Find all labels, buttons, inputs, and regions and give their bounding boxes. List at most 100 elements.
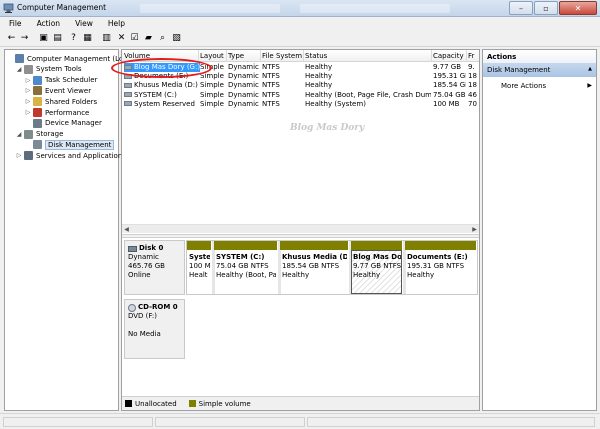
cell-file-system: NTFS	[262, 72, 280, 81]
cell-fr: 18	[468, 72, 477, 81]
partition-size: 185.54 GB NTFS	[282, 262, 340, 270]
tree-item-disk-management[interactable]: Disk Management	[24, 139, 115, 150]
cell-file-system: NTFS	[262, 63, 280, 71]
volume-row[interactable]: SYSTEM (C:) Simple Dynamic NTFS Healthy (Boo…	[122, 91, 479, 100]
tree-item-computer-management-local[interactable]: Computer Management (Local	[6, 53, 133, 64]
partition-block[interactable]: SYSTEM (C:) 75.04 GB NTFS Healthy (Boot, P…	[214, 241, 278, 294]
disk-list-button[interactable]: ▥	[101, 33, 112, 44]
partition-name: Documents (E:)	[407, 253, 468, 261]
actions-section-disk-management[interactable]: Disk Management ▲	[483, 63, 596, 77]
column-header-file-system[interactable]: File System	[262, 52, 303, 60]
window-title: Computer Management	[17, 3, 107, 12]
tree-item-label: Shared Folders	[45, 97, 98, 106]
volume-row[interactable]: Khusus Media (D:) Simple Dynamic NTFS Health…	[122, 81, 479, 90]
minimize-button[interactable]: –	[509, 1, 533, 15]
volume-row[interactable]: System Reserved Simple Dynamic NTFS Healthy …	[122, 100, 479, 109]
menu-action[interactable]: Action	[28, 17, 67, 30]
column-header-type[interactable]: Type	[228, 52, 260, 60]
help-button[interactable]: ?	[68, 33, 79, 44]
cdrom-0-status: No Media	[128, 330, 161, 338]
column-header-capacity[interactable]: Capacity	[433, 52, 466, 60]
expand-arrow-icon[interactable]: ◢	[15, 131, 23, 138]
cell-status: Healthy (Boot, Page File, Crash Dump)	[305, 90, 431, 99]
tree-item-event-viewer[interactable]: ▷ Event Viewer	[24, 85, 91, 96]
console-tree-button[interactable]: ▤	[52, 33, 63, 44]
cd-rom-icon	[128, 303, 136, 312]
expand-arrow-icon[interactable]: ▷	[24, 87, 32, 94]
maximize-icon: ▫	[543, 3, 549, 13]
column-divider[interactable]	[260, 50, 261, 62]
checklist-button[interactable]: ☑	[129, 33, 140, 44]
maximize-button[interactable]: ▫	[534, 1, 558, 15]
horizontal-scrollbar[interactable]: ◀ ▶	[122, 224, 479, 233]
properties-button[interactable]: ▦	[82, 33, 93, 44]
menu-bar: File Action View Help	[0, 17, 600, 30]
cdrom-0-label[interactable]: CD-ROM 0 DVD (F:) No Media	[124, 299, 185, 359]
partition-name: SYSTEM (C:)	[216, 253, 265, 261]
tree-item-task-scheduler[interactable]: ▷ Task Scheduler	[24, 75, 97, 86]
scroll-left-icon[interactable]: ◀	[122, 225, 131, 234]
checklist-icon: ☑	[130, 33, 139, 43]
disk-0-label[interactable]: Disk 0 Dynamic 465.76 GB Online	[124, 240, 185, 295]
expand-arrow-icon[interactable]: ▷	[15, 152, 23, 159]
column-header-layout[interactable]: Layout	[200, 52, 226, 60]
search-button[interactable]: ⌕	[157, 33, 168, 44]
partition-size: 195.31 GB NTFS	[407, 262, 465, 270]
tree-item-storage[interactable]: ◢ Storage	[15, 129, 63, 140]
partition-text: Syste 100 M Healt	[189, 253, 210, 280]
open-folder-button[interactable]: ▰	[143, 33, 154, 44]
partition-block[interactable]: Documents (E:) 195.31 GB NTFS Healthy	[405, 241, 477, 294]
volume-icon	[124, 82, 132, 88]
menu-help[interactable]: Help	[99, 17, 131, 30]
more-actions-label: More Actions	[501, 82, 547, 90]
partition-block[interactable]: Blog Mas Dor 9.77 GB NTFS Healthy	[351, 241, 403, 294]
column-divider[interactable]	[431, 50, 432, 62]
expand-arrow-icon[interactable]: ◢	[15, 66, 23, 73]
partition-status: Healthy	[282, 271, 310, 279]
cell-volume: SYSTEM (C:)	[124, 91, 177, 100]
tree-item-system-tools[interactable]: ◢ System Tools	[15, 64, 82, 75]
disk-list-icon: ▥	[102, 33, 111, 43]
partition-size: 75.04 GB NTFS	[216, 262, 269, 270]
up-folder-button[interactable]: ▣	[38, 33, 49, 44]
partition-status: Healt	[189, 271, 208, 279]
background-tab	[140, 4, 280, 13]
cell-type: Dynamic	[228, 99, 259, 108]
cdrom-0-name: CD-ROM 0	[138, 303, 178, 311]
scroll-right-icon[interactable]: ▶	[470, 225, 479, 234]
back-arrow-button[interactable]: ←	[6, 33, 17, 44]
title-bar[interactable]: Computer Management – ▫ ✕	[0, 0, 600, 17]
cell-volume: System Reserved	[124, 100, 195, 109]
column-divider[interactable]	[303, 50, 304, 62]
cell-status: Healthy (System)	[305, 99, 366, 108]
partition-block[interactable]: Syste 100 M Healt	[187, 241, 212, 294]
menu-view[interactable]: View	[66, 17, 99, 30]
forward-arrow-button[interactable]: →	[19, 33, 30, 44]
more-actions-item[interactable]: More Actions ▶	[483, 80, 596, 92]
cell-fr: 70	[468, 99, 477, 108]
cell-capacity: 75.04 GB	[433, 90, 466, 99]
tree-item-services-and-applications[interactable]: ▷ Services and Applications	[15, 150, 126, 161]
partition-block[interactable]: Khusus Media (D:)185.54 GB NTFSHealthy	[280, 241, 349, 294]
expand-arrow-icon[interactable]: ▷	[24, 109, 32, 116]
volume-icon	[124, 92, 132, 98]
column-divider[interactable]	[226, 50, 227, 62]
column-header-fr[interactable]: Fr	[468, 52, 478, 60]
menu-file[interactable]: File	[0, 17, 28, 30]
tree-node-icon	[24, 151, 33, 161]
tree-item-label: Event Viewer	[45, 86, 92, 95]
delete-button[interactable]: ✕	[116, 33, 127, 44]
partition-text: SYSTEM (C:) 75.04 GB NTFS Healthy (Boot, P…	[216, 253, 276, 280]
expand-arrow-icon[interactable]: ▷	[24, 98, 32, 105]
hard-disk-icon	[128, 245, 137, 252]
tree-item-device-manager[interactable]: Device Manager	[24, 118, 102, 129]
toolbar: ← → ▣ ▤? ▦ ▥ ✕ ☑ ▰ ⌕ ▧	[0, 30, 600, 47]
tree-item-label: Disk Management	[45, 139, 115, 150]
tree-item-performance[interactable]: ▷ Performance	[24, 107, 89, 118]
tree-item-shared-folders[interactable]: ▷ Shared Folders	[24, 96, 97, 107]
close-button[interactable]: ✕	[559, 1, 597, 15]
column-header-status[interactable]: Status	[305, 52, 431, 60]
view-button[interactable]: ▧	[171, 33, 182, 44]
column-divider[interactable]	[466, 50, 467, 62]
expand-arrow-icon[interactable]: ▷	[24, 77, 32, 84]
